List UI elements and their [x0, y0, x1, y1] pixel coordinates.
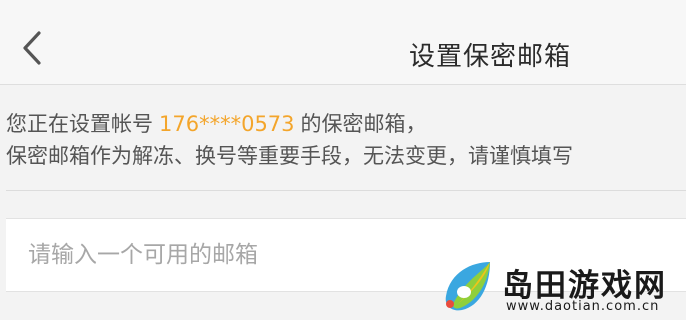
- security-email-notice: 您正在设置帐号 176****0573 的保密邮箱， 保密邮箱作为解冻、换号等重要手…: [6, 108, 686, 172]
- daotian-logo-icon: [445, 262, 490, 311]
- notice-prefix: 您正在设置帐号: [6, 112, 153, 136]
- chevron-left-icon: [23, 31, 41, 65]
- set-security-email-screen: 设置保密邮箱 您正在设置帐号 176****0573 的保密邮箱， 保密邮箱作为解冻…: [0, 0, 686, 320]
- page-title: 设置保密邮箱: [408, 42, 571, 72]
- watermark-url: www.daotian.com.cn: [506, 299, 660, 314]
- navigation-bar: 设置保密邮箱: [0, 0, 686, 85]
- watermark: 岛田游戏网 www.daotian.com.cn: [440, 258, 686, 320]
- divider: [6, 190, 686, 191]
- notice-suffix: 的保密邮箱，: [300, 112, 427, 136]
- back-button[interactable]: [14, 30, 50, 66]
- notice-line-2: 保密邮箱作为解冻、换号等重要手段，无法变更，请谨慎填写: [6, 144, 573, 168]
- notice-line-1: 您正在设置帐号 176****0573 的保密邮箱，: [6, 108, 686, 140]
- account-number: 176****0573: [159, 112, 295, 136]
